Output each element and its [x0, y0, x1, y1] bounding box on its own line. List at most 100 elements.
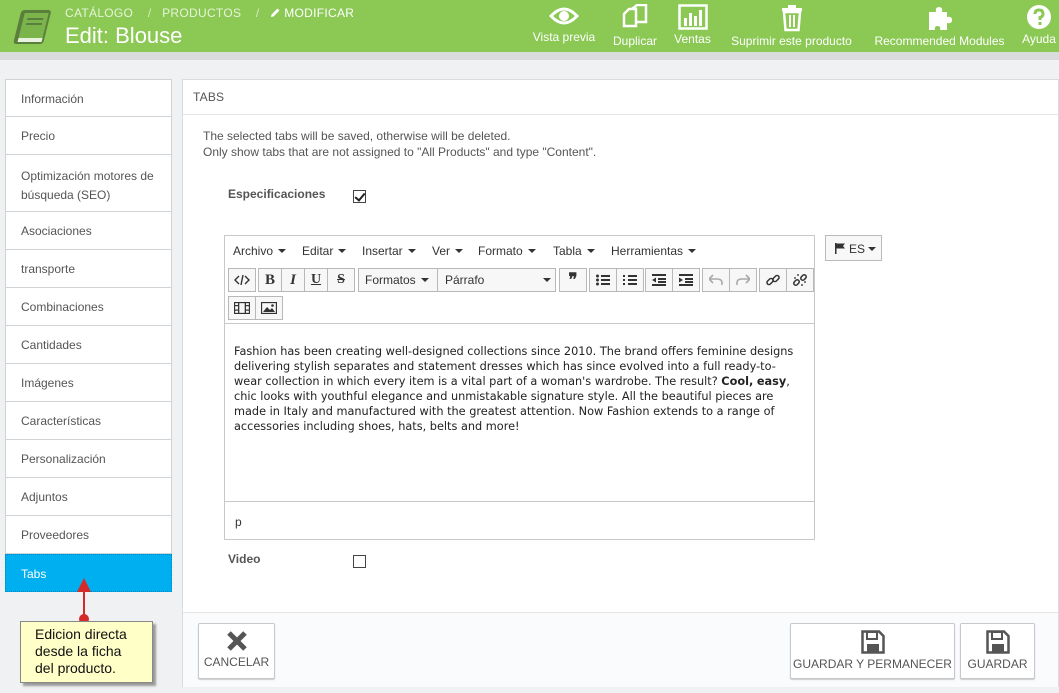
- page-header: CATÁLOGO / PRODUCTOS / MODIFICAR Edit: B…: [0, 0, 1059, 52]
- help-icon: [1027, 5, 1051, 29]
- delete-product-label: Suprimir este producto: [731, 34, 852, 48]
- formats-dropdown[interactable]: Formatos: [358, 268, 438, 292]
- callout-line-2: desde la ficha: [35, 643, 122, 659]
- callout-line-3: del producto.: [35, 660, 116, 676]
- outdent-button[interactable]: [645, 268, 673, 292]
- preview-button[interactable]: Vista previa: [531, 4, 597, 50]
- sidebar-item-cantidades[interactable]: Cantidades: [5, 326, 172, 364]
- recommended-modules-button[interactable]: Recommended Modules: [871, 4, 1008, 50]
- duplicate-button[interactable]: Duplicar: [611, 4, 659, 50]
- sidebar-item-imagenes[interactable]: Imágenes: [5, 364, 172, 402]
- pencil-icon: [271, 8, 280, 17]
- sidebar-item-caracteristicas[interactable]: Características: [5, 402, 172, 440]
- italic-button[interactable]: I: [281, 268, 305, 292]
- sales-button[interactable]: Ventas: [672, 4, 713, 50]
- sidebar-item-seo[interactable]: Optimización motores de búsqueda (SEO): [5, 155, 172, 212]
- block-format-select[interactable]: Párrafo: [437, 268, 556, 292]
- page-title: Edit: Blouse: [65, 23, 183, 48]
- delete-product-button[interactable]: Suprimir este producto: [726, 4, 857, 50]
- strikethrough-button[interactable]: S: [327, 268, 355, 292]
- sidebar-item-adjuntos[interactable]: Adjuntos: [5, 478, 172, 516]
- eye-icon: [549, 7, 579, 25]
- sidebar-item-transporte[interactable]: transporte: [5, 250, 172, 288]
- underline-icon: U: [310, 272, 322, 287]
- bullet-list-button[interactable]: [589, 268, 617, 292]
- sidebar-item-proveedores[interactable]: Proveedores: [5, 516, 172, 554]
- language-selector[interactable]: ES: [825, 235, 882, 261]
- sidebar-item-combinaciones[interactable]: Combinaciones: [5, 288, 172, 326]
- cancel-label: CANCELAR: [203, 655, 270, 669]
- menu-formato-label: Formato: [478, 244, 523, 258]
- chevron-down-icon: [338, 249, 347, 253]
- sidebar-item-asociaciones[interactable]: Asociaciones: [5, 212, 172, 250]
- menu-tabla[interactable]: Tabla: [553, 244, 595, 258]
- duplicate-label: Duplicar: [612, 34, 657, 48]
- menu-editar[interactable]: Editar: [302, 244, 347, 258]
- undo-button[interactable]: [702, 268, 730, 292]
- breadcrumb-products[interactable]: PRODUCTOS: [162, 6, 241, 20]
- cancel-button[interactable]: CANCELAR: [198, 623, 275, 679]
- blockquote-button[interactable]: ❞: [559, 268, 587, 292]
- sidebar-item-personalizacion[interactable]: Personalización: [5, 440, 172, 478]
- menu-archivo-label: Archivo: [233, 244, 274, 258]
- menu-herramientas[interactable]: Herramientas: [611, 244, 697, 258]
- specifications-checkbox[interactable]: [353, 190, 366, 203]
- formats-label: Formatos: [365, 273, 416, 287]
- quote-icon: ❞: [568, 270, 578, 289]
- breadcrumb-current-label: MODIFICAR: [284, 6, 355, 20]
- editor-content-area[interactable]: Fashion has been creating well-designed …: [225, 323, 814, 501]
- sidebar-item-informacion[interactable]: Información: [5, 79, 172, 117]
- insert-image-button[interactable]: [255, 296, 283, 320]
- numbered-list-button[interactable]: [616, 268, 644, 292]
- image-icon: [261, 302, 277, 314]
- numbered-list-icon: [623, 275, 637, 285]
- source-code-button[interactable]: [228, 268, 256, 292]
- film-icon: [234, 302, 250, 314]
- insert-link-button[interactable]: [759, 268, 787, 292]
- help-button[interactable]: Ayuda: [1020, 4, 1058, 50]
- save-button[interactable]: GUARDAR: [960, 623, 1035, 679]
- callout-note: Edicion directa desde la ficha del produ…: [20, 621, 153, 683]
- link-icon: [766, 274, 780, 286]
- menu-insertar[interactable]: Insertar: [362, 244, 416, 258]
- breadcrumb: CATÁLOGO / PRODUCTOS / MODIFICAR: [65, 6, 362, 20]
- menu-ver[interactable]: Ver: [432, 244, 464, 258]
- element-path[interactable]: p: [235, 515, 242, 529]
- menu-ver-label: Ver: [432, 244, 451, 258]
- content-text: Fashion has been creating well-designed …: [234, 345, 794, 388]
- menu-insertar-label: Insertar: [362, 244, 403, 258]
- bold-button[interactable]: B: [258, 268, 282, 292]
- chevron-down-icon: [455, 249, 464, 253]
- catalog-book-icon: [13, 10, 51, 44]
- redo-button[interactable]: [729, 268, 757, 292]
- indent-button[interactable]: [672, 268, 700, 292]
- chevron-down-icon: [407, 249, 416, 253]
- preview-label: Vista previa: [532, 30, 596, 44]
- breadcrumb-catalog[interactable]: CATÁLOGO: [65, 6, 133, 20]
- chevron-down-icon: [527, 249, 536, 253]
- save-and-stay-label: GUARDAR Y PERMANECER: [793, 657, 952, 671]
- menu-archivo[interactable]: Archivo: [233, 244, 287, 258]
- product-tabs-sidebar: Información Precio Optimización motores …: [5, 79, 172, 592]
- indent-icon: [679, 274, 693, 286]
- puzzle-icon: [928, 7, 952, 30]
- underline-button[interactable]: U: [304, 268, 328, 292]
- close-icon: [226, 631, 247, 651]
- save-and-stay-button[interactable]: GUARDAR Y PERMANECER: [790, 623, 955, 679]
- code-icon: [234, 274, 250, 286]
- header-divider: [0, 52, 1059, 60]
- block-format-label: Párrafo: [445, 273, 485, 287]
- video-checkbox[interactable]: [353, 555, 366, 568]
- sidebar-item-precio[interactable]: Precio: [5, 117, 172, 155]
- language-code: ES: [849, 242, 866, 256]
- menu-editar-label: Editar: [302, 244, 334, 258]
- menu-herramientas-label: Herramientas: [611, 244, 684, 258]
- video-label: Video: [228, 552, 261, 566]
- rich-text-editor: Archivo Editar Insertar Ver Formato Tabl…: [224, 235, 815, 540]
- specifications-label: Especificaciones: [228, 187, 326, 201]
- menu-formato[interactable]: Formato: [478, 244, 536, 258]
- sales-label: Ventas: [674, 32, 711, 46]
- remove-link-button[interactable]: [786, 268, 814, 292]
- breadcrumb-current: MODIFICAR: [270, 6, 358, 20]
- insert-video-button[interactable]: [228, 296, 256, 320]
